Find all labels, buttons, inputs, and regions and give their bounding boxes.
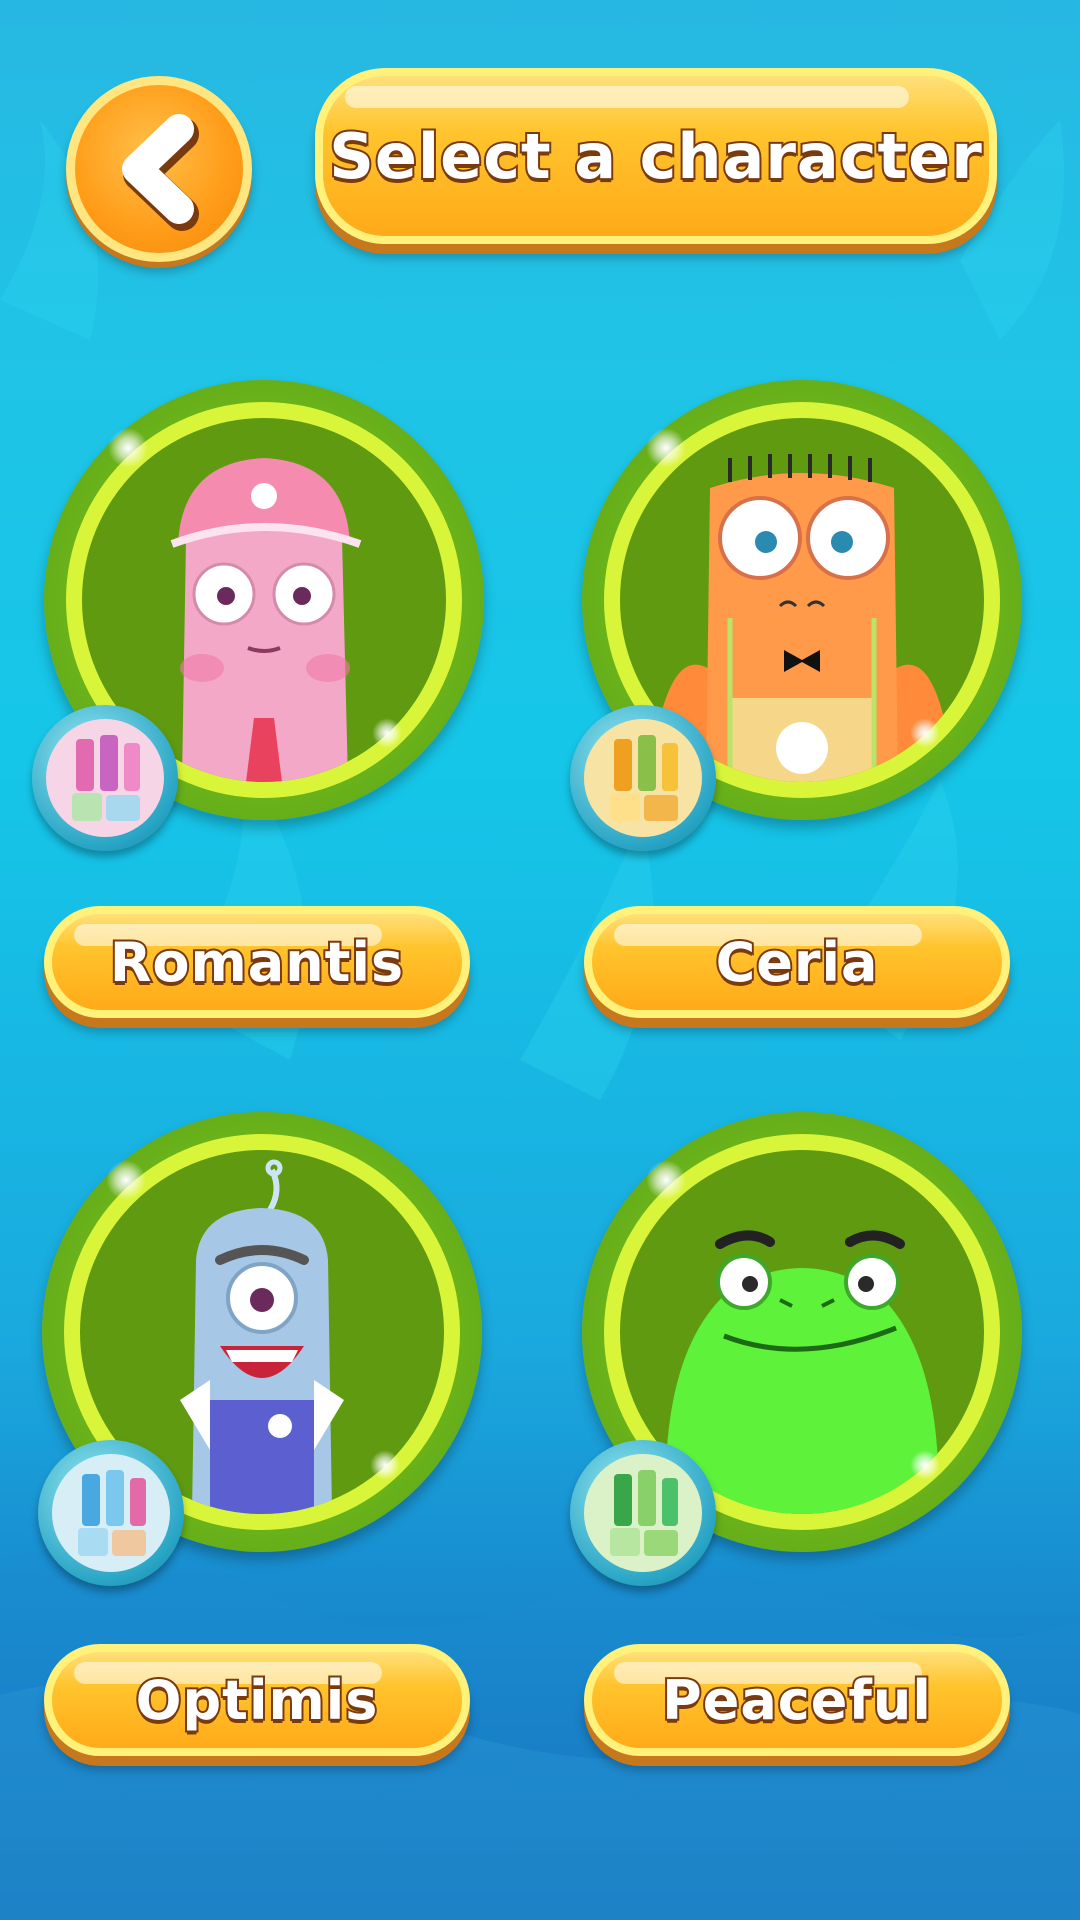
- air-freshener-product-icon: [610, 735, 678, 821]
- character-name-button-peaceful[interactable]: Peaceful: [584, 1644, 1010, 1756]
- page-title-banner: Select a character: [315, 68, 997, 244]
- chevron-left-icon: [122, 114, 199, 231]
- air-freshener-product-icon: [78, 1470, 146, 1556]
- product-badge-romantis[interactable]: [32, 705, 178, 851]
- back-button[interactable]: [66, 76, 252, 262]
- product-badge-optimis[interactable]: [38, 1440, 184, 1586]
- character-name-button-optimis[interactable]: Optimis: [44, 1644, 470, 1756]
- page-title: Select a character: [327, 118, 984, 195]
- air-freshener-product-icon: [72, 735, 140, 821]
- product-badge-ceria[interactable]: [570, 705, 716, 851]
- product-badge-peaceful[interactable]: [570, 1440, 716, 1586]
- character-name-button-ceria[interactable]: Ceria: [584, 906, 1010, 1018]
- air-freshener-product-icon: [610, 1470, 678, 1556]
- character-name-button-romantis[interactable]: Romantis: [44, 906, 470, 1018]
